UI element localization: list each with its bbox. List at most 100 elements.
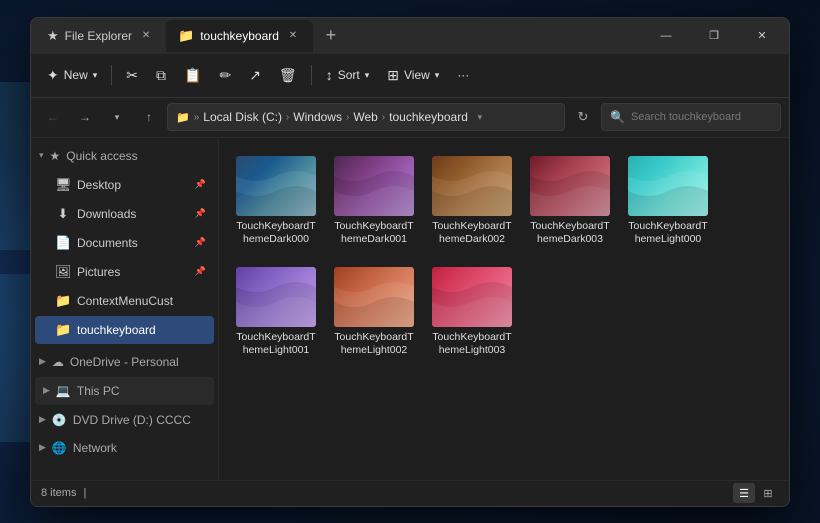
file-name: TouchKeyboardThemeLight002: [333, 331, 415, 358]
sidebar-onedrive-header[interactable]: ▶ ☁ OneDrive - Personal: [31, 348, 218, 376]
network-label: Network: [73, 441, 117, 455]
path-dropdown-button[interactable]: ▾: [472, 109, 488, 125]
file-item[interactable]: TouchKeyboardThemeDark002: [427, 150, 517, 253]
copy-button[interactable]: ⧉: [148, 59, 174, 91]
tab-file-explorer-icon: ★: [47, 28, 59, 44]
expand-dvd-icon: ▶: [39, 414, 46, 425]
sort-button[interactable]: ↕ Sort ▾: [318, 59, 378, 91]
view-icon: ⊞: [387, 67, 399, 84]
file-item[interactable]: TouchKeyboardThemeLight000: [623, 150, 713, 253]
rename-button[interactable]: ✏: [211, 59, 239, 91]
quick-access-icon: ★: [50, 149, 61, 163]
tab-file-explorer[interactable]: ★ File Explorer ✕: [35, 20, 166, 52]
pin-icon-desktop: 📌: [195, 179, 206, 190]
sidebar-quick-access-header[interactable]: ▾ ★ Quick access: [31, 142, 218, 170]
tab-file-explorer-close[interactable]: ✕: [138, 28, 154, 44]
pictures-icon: 🖼: [55, 264, 71, 280]
thispc-icon: 💻: [56, 384, 71, 398]
file-item[interactable]: TouchKeyboardThemeDark001: [329, 150, 419, 253]
view-buttons: ☰ ⊞: [733, 483, 779, 503]
dvd-icon: 💿: [52, 413, 67, 427]
grid-view-button[interactable]: ⊞: [757, 483, 779, 503]
delete-icon: 🗑: [279, 67, 297, 84]
delete-button[interactable]: 🗑: [271, 59, 305, 91]
back-button[interactable]: ←: [39, 103, 67, 131]
file-thumbnail: [334, 267, 414, 327]
toolbar-separator-1: [111, 65, 112, 85]
file-thumbnail: [432, 156, 512, 216]
file-thumbnail: [628, 156, 708, 216]
address-path[interactable]: 📁 » Local Disk (C:) › Windows › Web › to…: [167, 103, 565, 131]
cut-button[interactable]: ✂: [118, 59, 146, 91]
refresh-button[interactable]: ↻: [569, 103, 597, 131]
more-button[interactable]: ···: [449, 59, 477, 91]
sidebar-item-touchkeyboard[interactable]: 📁 touchkeyboard: [35, 316, 214, 344]
file-area: TouchKeyboardThemeDark000 TouchKeyboardTh…: [219, 138, 789, 480]
sidebar-thispc-header[interactable]: ▶ 💻 This PC: [35, 377, 214, 405]
path-icon: 📁: [176, 111, 190, 124]
path-web[interactable]: Web: [353, 110, 377, 124]
title-bar: ★ File Explorer ✕ 📁 touchkeyboard ✕ + — …: [31, 18, 789, 54]
pin-icon-downloads: 📌: [195, 208, 206, 219]
sidebar-dvd-header[interactable]: ▶ 💿 DVD Drive (D:) CCCC: [31, 406, 218, 434]
new-button[interactable]: ✦ New ▾: [39, 59, 105, 91]
expand-network-icon: ▶: [39, 442, 46, 453]
toolbar-separator-2: [311, 65, 312, 85]
sidebar-contextmenu-label: ContextMenuCust: [77, 294, 206, 308]
rename-icon: ✏: [219, 67, 231, 84]
file-name: TouchKeyboardThemeLight001: [235, 331, 317, 358]
path-local-disk[interactable]: Local Disk (C:): [203, 110, 282, 124]
sidebar-network-header[interactable]: ▶ 🌐 Network: [31, 434, 218, 462]
file-item[interactable]: TouchKeyboardThemeDark000: [231, 150, 321, 253]
view-button[interactable]: ⊞ View ▾: [379, 59, 447, 91]
sidebar-item-documents[interactable]: 📄 Documents 📌: [35, 229, 214, 257]
minimize-button[interactable]: —: [643, 20, 689, 52]
path-touchkeyboard[interactable]: touchkeyboard: [389, 110, 468, 124]
view-label: View: [404, 68, 430, 82]
file-item[interactable]: TouchKeyboardThemeLight001: [231, 261, 321, 364]
file-thumbnail: [334, 156, 414, 216]
list-view-button[interactable]: ☰: [733, 483, 755, 503]
forward-button[interactable]: →: [71, 103, 99, 131]
path-windows[interactable]: Windows: [293, 110, 342, 124]
file-thumbnail: [236, 267, 316, 327]
up-button[interactable]: ↑: [135, 103, 163, 131]
sidebar-touchkeyboard-label: touchkeyboard: [77, 323, 206, 337]
close-button[interactable]: ✕: [739, 20, 785, 52]
file-name: TouchKeyboardThemeDark003: [529, 220, 611, 247]
tab-touchkeyboard[interactable]: 📁 touchkeyboard ✕: [166, 20, 313, 52]
tab-touchkeyboard-close[interactable]: ✕: [285, 28, 301, 44]
share-icon: ↗: [249, 67, 261, 84]
recent-button[interactable]: ▾: [103, 103, 131, 131]
file-name: TouchKeyboardThemeLight000: [627, 220, 709, 247]
paste-button[interactable]: 📋: [176, 59, 209, 91]
file-item[interactable]: TouchKeyboardThemeLight003: [427, 261, 517, 364]
file-item[interactable]: TouchKeyboardThemeLight002: [329, 261, 419, 364]
file-thumbnail: [530, 156, 610, 216]
paste-icon: 📋: [184, 67, 201, 84]
quick-access-label: Quick access: [66, 149, 137, 163]
address-bar: ← → ▾ ↑ 📁 » Local Disk (C:) › Windows › …: [31, 98, 789, 138]
sidebar-item-desktop[interactable]: 🖥 Desktop 📌: [35, 171, 214, 199]
desktop-background: ★ File Explorer ✕ 📁 touchkeyboard ✕ + — …: [0, 0, 820, 523]
maximize-button[interactable]: ❐: [691, 20, 737, 52]
file-name: TouchKeyboardThemeDark001: [333, 220, 415, 247]
cut-icon: ✂: [126, 67, 138, 84]
desktop-icon: 🖥: [55, 177, 71, 193]
thispc-label: This PC: [77, 384, 120, 398]
expand-icon: ▾: [39, 150, 44, 161]
main-content: ▾ ★ Quick access 🖥 Desktop 📌 ⬇ Downloads…: [31, 138, 789, 480]
sidebar-item-contextmenu[interactable]: 📁 ContextMenuCust: [35, 287, 214, 315]
sidebar-desktop-label: Desktop: [77, 178, 189, 192]
path-sep-2: ›: [346, 112, 349, 123]
share-button[interactable]: ↗: [241, 59, 269, 91]
file-item[interactable]: TouchKeyboardThemeDark003: [525, 150, 615, 253]
new-dropdown-icon: ▾: [93, 70, 98, 81]
file-name: TouchKeyboardThemeDark002: [431, 220, 513, 247]
sidebar-item-pictures[interactable]: 🖼 Pictures 📌: [35, 258, 214, 286]
tab-touchkeyboard-label: touchkeyboard: [200, 29, 279, 43]
search-box[interactable]: 🔍 Search touchkeyboard: [601, 103, 781, 131]
file-thumbnail: [432, 267, 512, 327]
sidebar-item-downloads[interactable]: ⬇ Downloads 📌: [35, 200, 214, 228]
new-tab-button[interactable]: +: [317, 22, 345, 50]
